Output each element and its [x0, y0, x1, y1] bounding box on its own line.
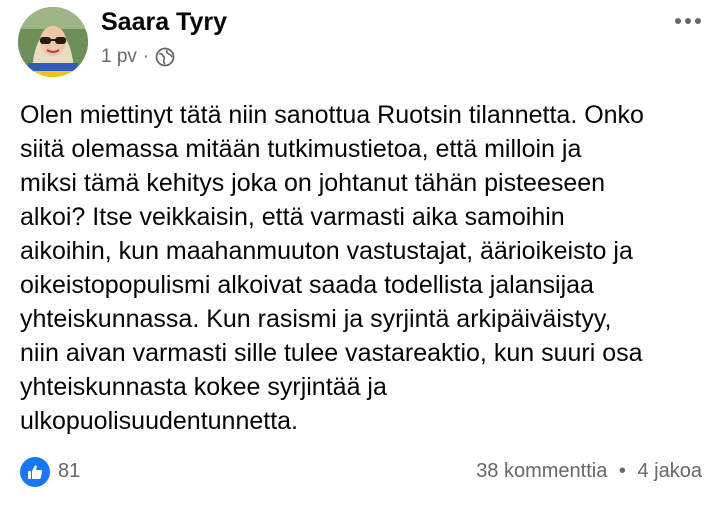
post-meta: 1 pv · — [101, 46, 175, 68]
post-timestamp[interactable]: 1 pv — [101, 46, 137, 68]
post-footer: 81 38 kommenttia • 4 jakoa — [0, 455, 720, 491]
post-line: yhteiskunnasta kokee syrjintää ja — [20, 373, 387, 401]
like-icon[interactable] — [20, 457, 50, 487]
stats-separator: • — [618, 460, 626, 482]
post-line: niin aivan varmasti sille tulee vastarea… — [20, 339, 643, 367]
post-line: miksi tämä kehitys joka on johtanut tähä… — [20, 169, 606, 197]
post-header: Saara Tyry 1 pv · — [0, 0, 720, 90]
post-line: yhteiskunnassa. Kun rasismi ja syrjintä … — [20, 305, 612, 333]
globe-icon — [155, 47, 175, 67]
post-line: siitä olemassa mitään tutkimustietoa, et… — [20, 135, 582, 163]
post-line: ulkopuolisuudentunnetta. — [20, 407, 299, 435]
post-body: Olen miettinyt tätä niin sanottua Ruotsi… — [20, 98, 710, 438]
post-line: oikeistopopulismi alkoivat saada todelli… — [20, 271, 594, 299]
shares-count[interactable]: 4 jakoa — [638, 460, 703, 482]
author-name[interactable]: Saara Tyry — [101, 8, 227, 37]
like-count[interactable]: 81 — [58, 460, 80, 483]
engagement-stats: 38 kommenttia • 4 jakoa — [476, 460, 702, 483]
post-line: Olen miettinyt tätä niin sanottua Ruotsi… — [20, 101, 644, 129]
post-line: aikoihin, kun maahanmuuton vastustajat, … — [20, 237, 633, 265]
avatar[interactable] — [18, 7, 88, 77]
meta-separator: · — [142, 46, 150, 67]
post-line: alkoi? Itse veikkaisin, että varmasti ai… — [20, 203, 565, 231]
comments-count[interactable]: 38 kommenttia — [476, 460, 607, 482]
more-options-icon[interactable] — [670, 10, 706, 32]
